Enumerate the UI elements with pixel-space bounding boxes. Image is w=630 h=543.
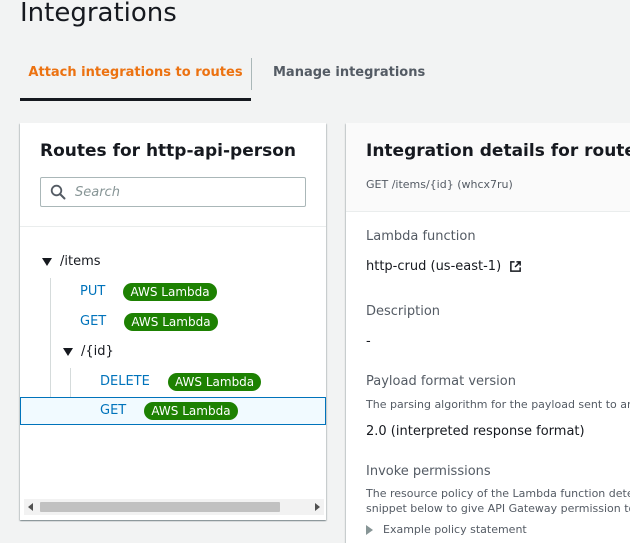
tab-manage-integrations[interactable]: Manage integrations bbox=[273, 50, 425, 95]
integration-details-panel: Integration details for route GET /items… bbox=[346, 123, 630, 543]
lambda-function-value[interactable]: http-crud (us-east-1) bbox=[366, 259, 522, 274]
tab-attach-integrations[interactable]: Attach integrations to routes bbox=[20, 50, 251, 95]
invoke-permissions-description-line1: The resource policy of the Lambda functi… bbox=[366, 487, 630, 500]
invoke-permissions-label: Invoke permissions bbox=[366, 464, 491, 479]
route-path: /{id} bbox=[81, 344, 114, 359]
payload-format-value: 2.0 (interpreted response format) bbox=[366, 424, 585, 439]
route-identifier: GET /items/{id} (whcx7ru) bbox=[366, 178, 513, 191]
caret-down-icon bbox=[63, 347, 73, 356]
horizontal-scrollbar[interactable] bbox=[24, 499, 324, 515]
details-header: Integration details for route GET /items… bbox=[346, 123, 630, 212]
search-box bbox=[40, 177, 306, 207]
route-method[interactable]: PUT bbox=[80, 284, 105, 299]
tree-node-items[interactable]: /items bbox=[42, 247, 101, 277]
routes-panel-title: Routes for http-api-person bbox=[40, 141, 297, 161]
search-input[interactable] bbox=[73, 181, 297, 203]
payload-format-label: Payload format version bbox=[366, 374, 516, 389]
routes-panel: Routes for http-api-person /items PUT AW… bbox=[20, 123, 326, 520]
route-method[interactable]: DELETE bbox=[100, 374, 150, 389]
payload-format-description: The parsing algorithm for the payload se… bbox=[366, 398, 630, 411]
route-item-delete[interactable]: DELETE AWS Lambda bbox=[100, 367, 262, 397]
page-title: Integrations bbox=[20, 0, 177, 28]
description-value: - bbox=[366, 334, 371, 349]
lambda-function-label: Lambda function bbox=[366, 229, 476, 244]
description-label: Description bbox=[366, 304, 441, 319]
scrollbar-thumb[interactable] bbox=[40, 502, 280, 512]
panel-divider bbox=[20, 226, 326, 227]
scroll-left-icon[interactable] bbox=[28, 503, 33, 511]
route-item-get-selected[interactable]: GET AWS Lambda bbox=[100, 396, 238, 426]
tabs: Attach integrations to routes Manage int… bbox=[20, 50, 630, 102]
example-policy-label: Example policy statement bbox=[383, 523, 527, 536]
integration-badge: AWS Lambda bbox=[167, 372, 262, 391]
details-title: Integration details for route bbox=[366, 141, 630, 161]
route-item-put[interactable]: PUT AWS Lambda bbox=[80, 277, 217, 307]
integration-badge: AWS Lambda bbox=[144, 401, 238, 420]
invoke-permissions-description-line2: snippet below to give API Gateway permis… bbox=[366, 502, 630, 515]
route-item-get[interactable]: GET AWS Lambda bbox=[80, 307, 218, 337]
route-path: /items bbox=[60, 254, 101, 269]
tab-divider bbox=[251, 58, 252, 90]
example-policy-expander[interactable]: Example policy statement bbox=[366, 523, 527, 536]
integration-badge: AWS Lambda bbox=[123, 282, 217, 301]
external-link-icon[interactable] bbox=[509, 260, 522, 273]
tree-node-id[interactable]: /{id} bbox=[63, 337, 114, 367]
caret-down-icon bbox=[42, 257, 52, 266]
search-icon bbox=[50, 184, 66, 200]
route-method[interactable]: GET bbox=[100, 403, 126, 418]
integration-badge: AWS Lambda bbox=[124, 312, 218, 331]
lambda-function-link[interactable]: http-crud (us-east-1) bbox=[366, 259, 501, 274]
scroll-right-icon[interactable] bbox=[315, 503, 320, 511]
route-method[interactable]: GET bbox=[80, 314, 106, 329]
active-tab-underline bbox=[20, 98, 251, 101]
caret-right-icon bbox=[366, 525, 373, 535]
